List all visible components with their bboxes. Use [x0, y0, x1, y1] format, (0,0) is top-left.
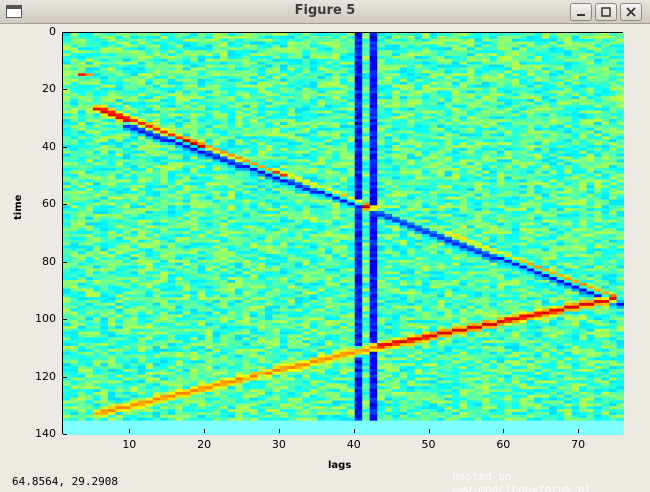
- close-button[interactable]: [620, 3, 642, 21]
- window-title: Figure 5: [294, 3, 356, 18]
- heatmap-cells: [63, 33, 624, 422]
- maximize-button[interactable]: [595, 3, 617, 21]
- window-titlebar[interactable]: Figure 5: [0, 0, 650, 24]
- plot-axes[interactable]: [62, 32, 624, 435]
- minimize-button[interactable]: [570, 3, 592, 21]
- maximize-icon: [601, 7, 611, 17]
- heatmap: [63, 33, 624, 435]
- close-icon: [626, 7, 636, 17]
- minimize-icon: [577, 14, 585, 16]
